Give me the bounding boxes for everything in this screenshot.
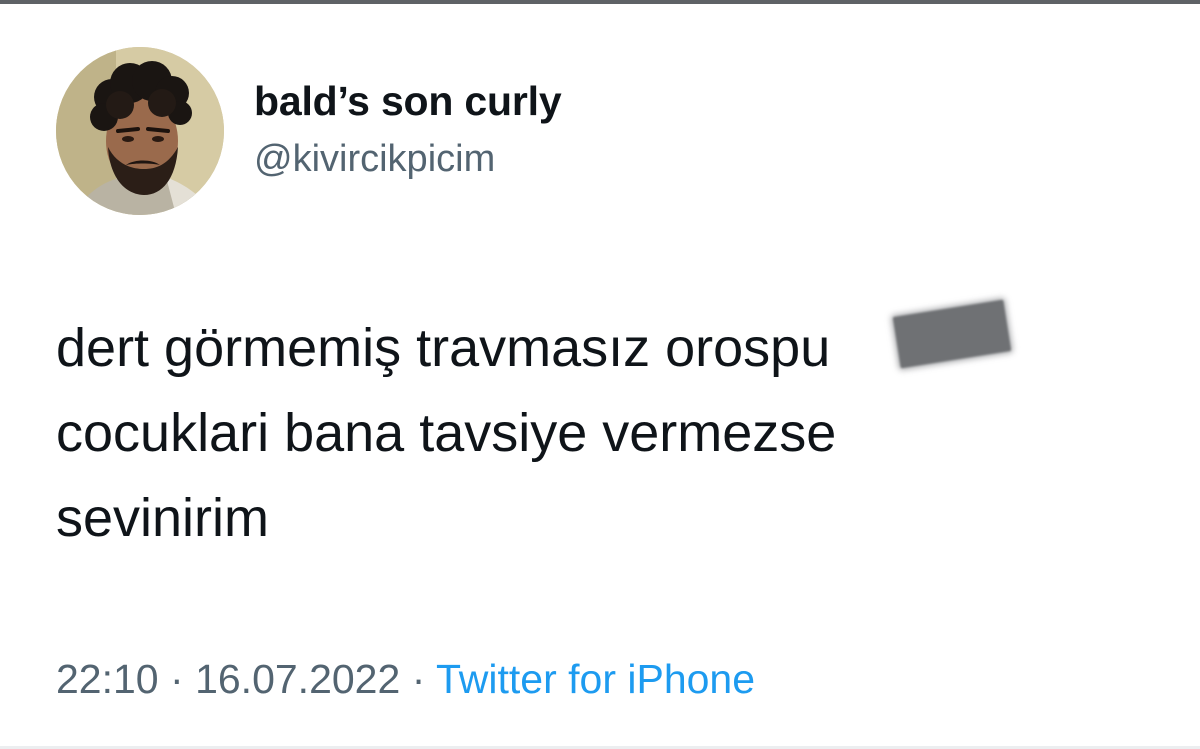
top-border (0, 0, 1200, 4)
author-display-name[interactable]: bald’s son curly (254, 78, 562, 125)
profile-photo-icon (56, 47, 224, 215)
tweet-metadata: 22:10 · 16.07.2022 · Twitter for iPhone (56, 656, 755, 703)
tweet-time[interactable]: 22:10 (56, 656, 159, 702)
meta-separator: · (170, 656, 184, 702)
tweet-source-link[interactable]: Twitter for iPhone (436, 656, 755, 702)
author-handle[interactable]: @kivircikpicim (254, 138, 495, 181)
tweet-date[interactable]: 16.07.2022 (195, 656, 400, 702)
tweet-text-line: sevinirim (56, 488, 270, 548)
meta-separator: · (411, 656, 426, 702)
profile-avatar[interactable] (56, 47, 224, 215)
tweet-text-line: cocuklari bana tavsiye vermezse (56, 403, 837, 463)
